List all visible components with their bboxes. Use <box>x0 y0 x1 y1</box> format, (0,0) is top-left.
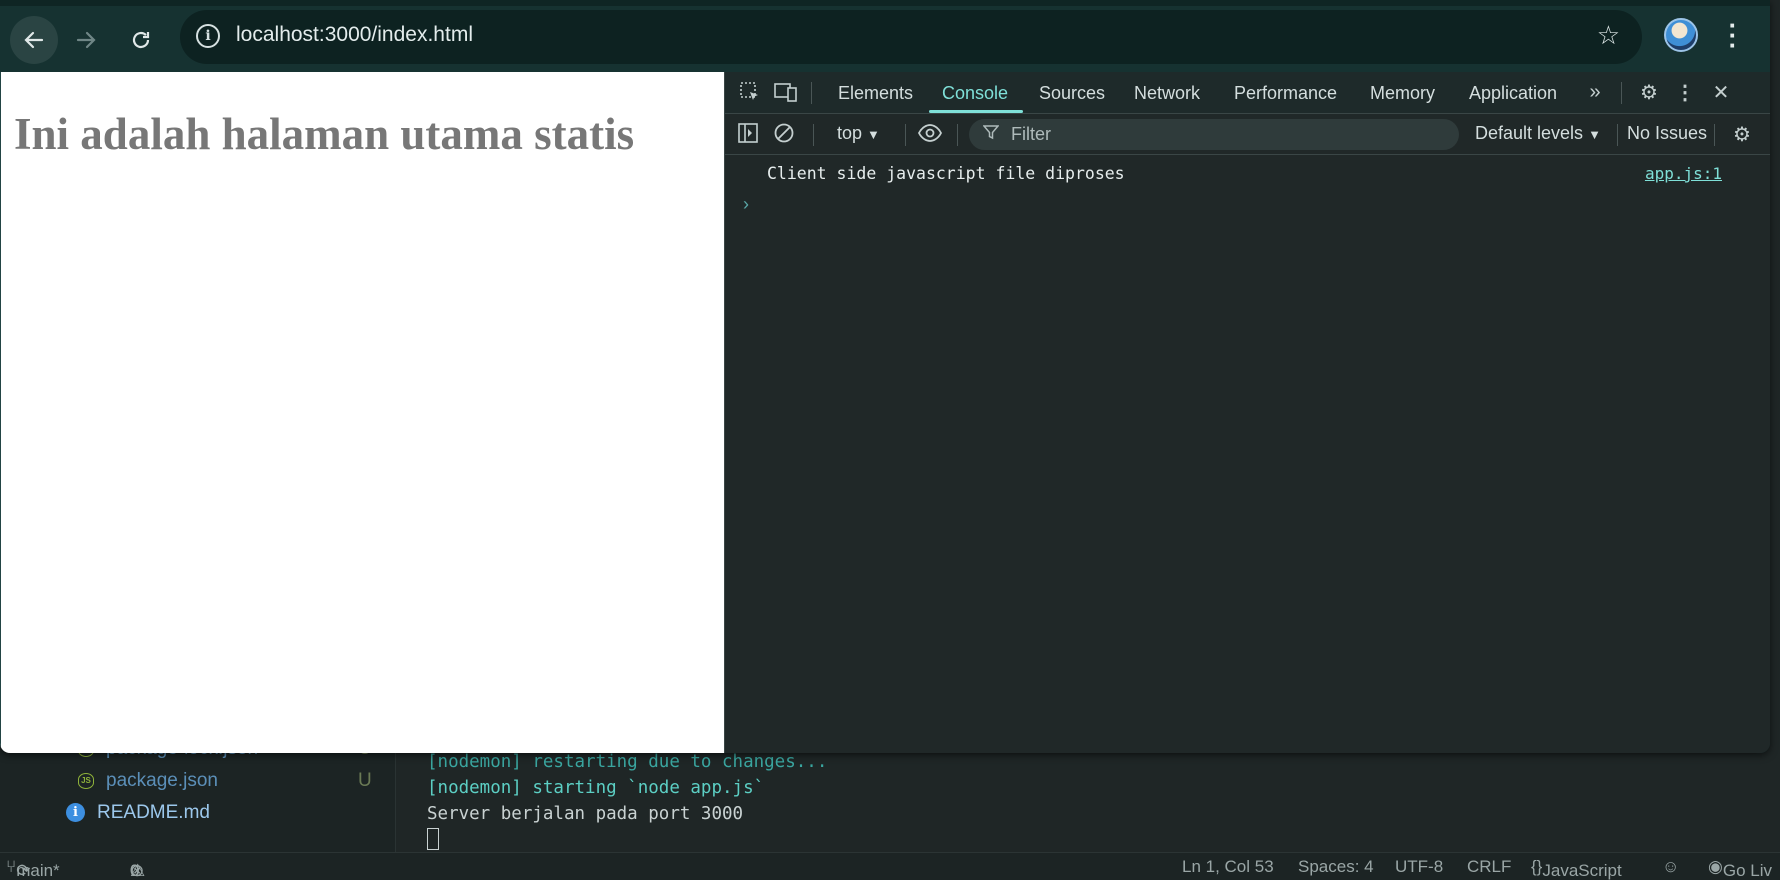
separator <box>811 82 812 104</box>
tab-performance[interactable]: Performance <box>1234 83 1337 104</box>
console-prompt-chevron-icon[interactable]: › <box>743 194 749 215</box>
tab-console[interactable]: Console <box>942 83 1008 104</box>
arrow-left-icon <box>24 31 44 49</box>
back-button[interactable] <box>10 16 58 64</box>
dropdown-arrow-icon: ▼ <box>1588 127 1601 142</box>
more-tabs-icon[interactable]: » <box>1582 81 1608 105</box>
tab-network[interactable]: Network <box>1134 83 1200 104</box>
device-toolbar-icon[interactable] <box>773 80 799 104</box>
address-bar[interactable]: i localhost:3000/index.html ☆ <box>180 10 1642 64</box>
console-settings-gear-icon[interactable]: ⚙ <box>1729 122 1755 147</box>
copilot-icon[interactable]: ☺ <box>1662 857 1679 877</box>
sync-icon: ⟳ <box>16 861 31 880</box>
status-bar: ⑂ main* ⟳ ⊗ 0 ⚠ 0 Ln 1, Col 53 Spaces: 4… <box>0 852 1780 880</box>
live-expression-eye-icon[interactable] <box>917 122 943 150</box>
clear-console-icon[interactable] <box>771 122 797 150</box>
url-text[interactable]: localhost:3000/index.html <box>236 23 473 47</box>
info-icon: i <box>66 803 85 823</box>
file-explorer: JSpackage-lock.json U JSpackage.json U i… <box>0 738 396 852</box>
terminal-cursor <box>427 828 439 850</box>
go-live-status[interactable]: ◉ Go Liv <box>1708 857 1772 880</box>
arrow-right-icon <box>76 31 96 49</box>
separator <box>957 124 958 146</box>
active-tab-indicator <box>929 110 1023 113</box>
browser-window: i localhost:3000/index.html ☆ · · · Ini ad… <box>0 0 1770 753</box>
bookmark-star-icon[interactable]: ☆ <box>1597 20 1620 51</box>
tab-elements[interactable]: Elements <box>838 83 913 104</box>
branch-status[interactable]: ⑂ main* ⟳ <box>6 857 60 880</box>
devtools-panel: Elements Console Sources Network Perform… <box>724 72 1770 753</box>
kebab-menu-icon[interactable]: ⋮ <box>1672 80 1698 104</box>
dropdown-arrow-icon: ▼ <box>867 127 880 142</box>
indent-status[interactable]: Spaces: 4 <box>1298 857 1374 877</box>
gear-icon[interactable]: ⚙ <box>1636 80 1662 104</box>
issues-counter[interactable]: No Issues <box>1627 123 1707 144</box>
console-toolbar: top ▼ Filter Default levels ▼ No Issues … <box>725 115 1770 155</box>
close-icon[interactable]: ✕ <box>1708 80 1734 104</box>
page-viewport: Ini adalah halaman utama statis <box>0 72 724 753</box>
tab-strip <box>0 0 1770 6</box>
cursor-position[interactable]: Ln 1, Col 53 <box>1182 857 1274 877</box>
reload-button[interactable] <box>117 16 165 64</box>
encoding-status[interactable]: UTF-8 <box>1395 857 1443 877</box>
filter-funnel-icon <box>982 124 1000 145</box>
tab-memory[interactable]: Memory <box>1370 83 1435 104</box>
js-file-icon: JS <box>78 772 94 789</box>
profile-avatar[interactable] <box>1664 18 1698 52</box>
inspect-element-icon[interactable] <box>737 80 763 104</box>
separator <box>905 124 906 146</box>
file-package-json[interactable]: JS package.json U <box>78 770 372 792</box>
reload-icon <box>132 31 150 49</box>
terminal-line: [nodemon] starting `node app.js` <box>427 778 765 798</box>
browser-toolbar: i localhost:3000/index.html ☆ · · · <box>0 0 1770 72</box>
filter-placeholder: Filter <box>1011 124 1051 144</box>
terminal-line: [nodemon] restarting due to changes... <box>427 752 828 772</box>
site-info-icon[interactable]: i <box>196 24 220 48</box>
separator <box>1621 82 1622 104</box>
console-message-text: Client side javascript file diproses <box>767 164 1125 183</box>
console-message: Client side javascript file diproses app… <box>725 156 1770 190</box>
console-filter-input[interactable]: Filter <box>969 119 1459 150</box>
git-status-badge: U <box>358 770 372 791</box>
tab-application[interactable]: Application <box>1469 83 1557 104</box>
terminal-line: Server berjalan pada port 3000 <box>427 804 744 824</box>
context-selector[interactable]: top ▼ <box>837 123 880 144</box>
console-source-link[interactable]: app.js:1 <box>1645 164 1722 183</box>
separator <box>813 124 814 146</box>
eol-status[interactable]: CRLF <box>1467 857 1511 877</box>
tab-sources[interactable]: Sources <box>1039 83 1105 104</box>
terminal-panel[interactable]: [nodemon] restarting due to changes... [… <box>397 740 1780 852</box>
file-readme[interactable]: i README.md <box>66 802 210 824</box>
forward-button[interactable] <box>62 16 110 64</box>
log-levels-dropdown[interactable]: Default levels ▼ <box>1475 123 1601 144</box>
sidebar-toggle-icon[interactable] <box>735 122 761 150</box>
separator <box>1714 124 1715 146</box>
browser-menu-icon[interactable]: · · · <box>1723 12 1743 58</box>
separator <box>1617 124 1618 146</box>
page-heading: Ini adalah halaman utama statis <box>14 109 635 159</box>
language-status[interactable]: {} JavaScript <box>1531 857 1622 880</box>
devtools-tabbar: Elements Console Sources Network Perform… <box>725 72 1770 114</box>
